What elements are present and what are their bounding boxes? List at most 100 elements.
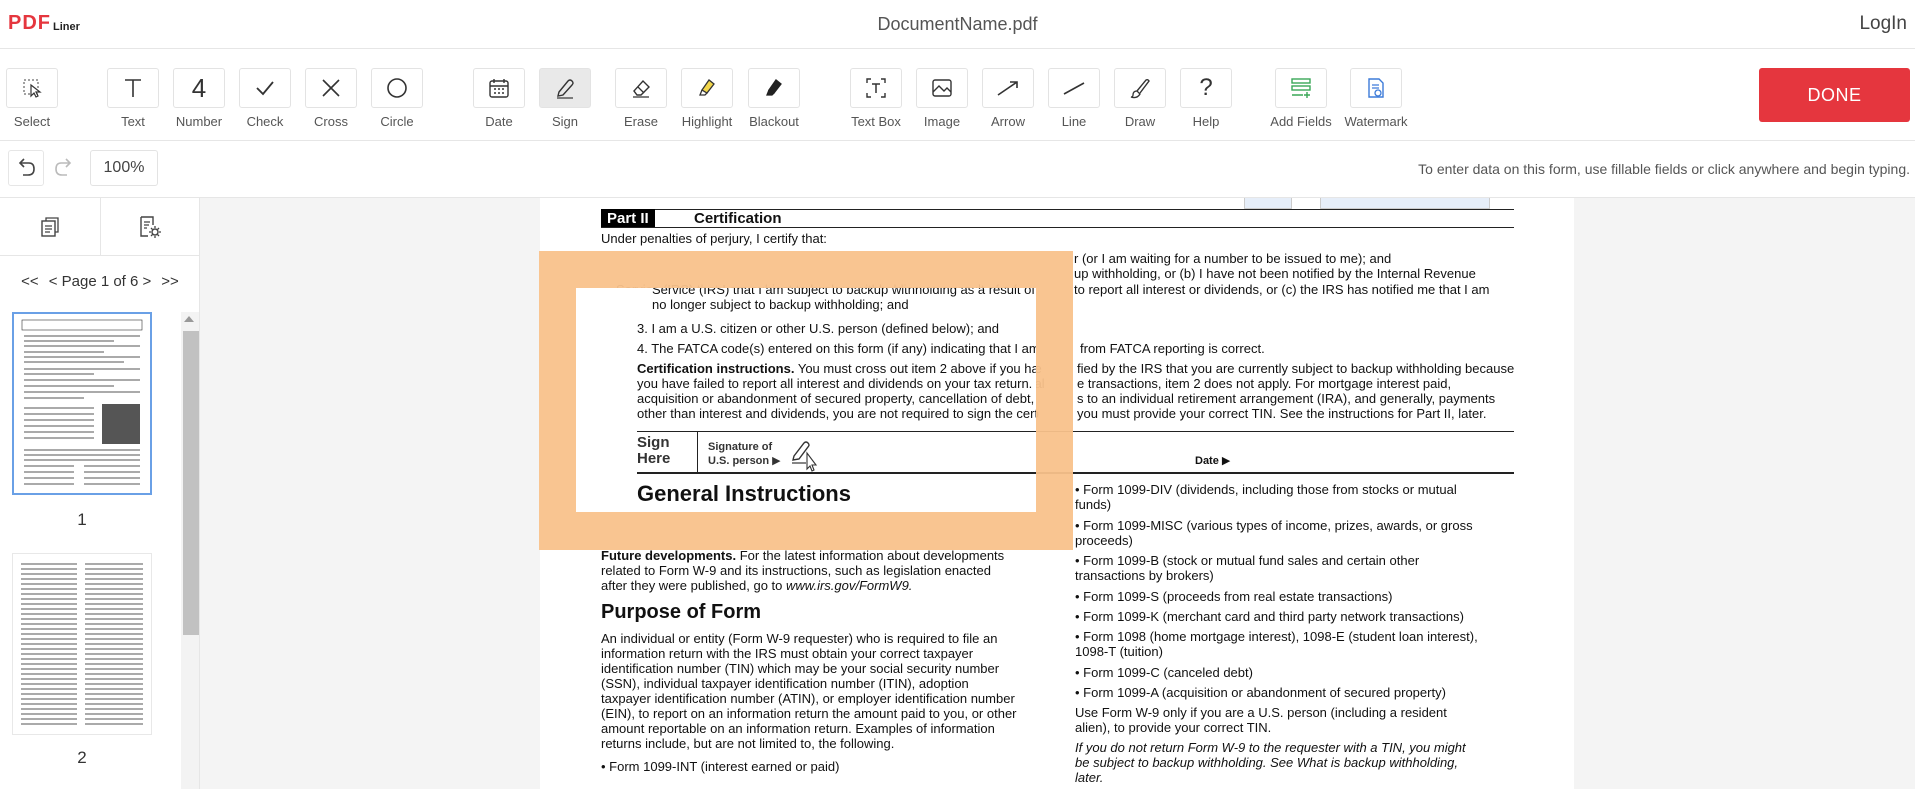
doc-text-line: e transactions, item 2 does not apply. F… (1077, 376, 1452, 391)
sidebar-tabs (0, 198, 200, 256)
form-field[interactable] (1244, 198, 1292, 209)
right-col-line: • Form 1099-MISC (various types of incom… (1075, 518, 1473, 533)
part-label: Part II (601, 209, 655, 228)
tool-label: Check (246, 114, 284, 129)
arrow-icon (982, 68, 1034, 108)
sign-here-line2: Here (637, 450, 671, 467)
doc-text-line: r (or I am waiting for a number to be is… (1074, 251, 1392, 266)
doc-text-line: you have failed to report all interest a… (637, 376, 1036, 391)
part-title: Certification (694, 210, 782, 227)
tool-select[interactable]: Select (0, 68, 72, 129)
sign-area-content[interactable]: Service (IRS) that I am subject to backu… (576, 288, 1036, 512)
right-col-line: • Form 1099-C (canceled debt) (1075, 665, 1253, 680)
right-col-line: transactions by brokers) (1075, 568, 1214, 583)
number-icon: 4 (173, 68, 225, 108)
tool-label: Erase (624, 114, 658, 129)
doc-text-line: related to Form W-9 and its instructions… (601, 563, 991, 578)
redo-icon (55, 158, 72, 176)
tool-label: Select (13, 114, 51, 129)
doc-text-line: other than interest and dividends, you a… (637, 406, 1036, 421)
tool-label: Text (121, 114, 145, 129)
doc-text-line: s to an individual retirement arrangemen… (1077, 391, 1496, 406)
line-icon (1048, 68, 1100, 108)
tool-label: Watermark (1344, 114, 1408, 129)
doc-text-line: 4. The FATCA code(s) entered on this for… (637, 341, 1036, 356)
tool-blackout[interactable]: Blackout (734, 68, 814, 129)
prev-page-button[interactable]: < (49, 273, 58, 290)
purpose-line: taxpayer identification number (ATIN), o… (601, 691, 1015, 706)
doc-text-line: to report all interest or dividends, or … (1074, 282, 1490, 297)
redo-button[interactable] (46, 150, 82, 186)
tool-label: Help (1192, 114, 1220, 129)
last-page-button[interactable]: >> (161, 273, 179, 290)
right-col-line: • Form 1099-DIV (dividends, including th… (1075, 482, 1457, 497)
doc-text-line: Under penalties of perjury, I certify th… (601, 231, 827, 246)
eraser-icon (615, 68, 667, 108)
tool-help[interactable]: ? Help (1166, 68, 1246, 129)
thumbnail-preview (21, 319, 143, 485)
done-button[interactable]: DONE (1759, 68, 1910, 122)
page-thumbnail-2[interactable] (12, 553, 152, 735)
tool-label: Date (485, 114, 513, 129)
thumbnail-number: 2 (77, 748, 87, 767)
right-col-line: • Form 1099-B (stock or mutual fund sale… (1075, 553, 1420, 568)
pages-icon (40, 217, 59, 237)
doc-text-line: you must provide your correct TIN. See t… (1077, 406, 1487, 421)
future-dev-heading: Future developments. (601, 548, 737, 563)
page-indicator: Page 1 of 6 (61, 273, 139, 290)
watermark-icon (1350, 68, 1402, 108)
help-glyph: ? (1199, 74, 1213, 101)
thumbnail-number: 1 (77, 510, 87, 529)
tool-label: Number (175, 114, 223, 129)
form-field[interactable] (1320, 198, 1490, 209)
general-instructions-heading: General Instructions (637, 481, 851, 506)
scroll-up-icon[interactable] (184, 316, 194, 322)
tool-label: Cross (314, 114, 348, 129)
zoom-level[interactable]: 100% (90, 150, 158, 186)
irs-link[interactable]: www.irs.gov/FormW9. (786, 578, 912, 593)
right-col-line: • Form 1099-A (acquisition or abandonmen… (1075, 685, 1446, 700)
sign-here-line1: Sign (637, 434, 670, 451)
editing-hint: To enter data on this form, use fillable… (1418, 161, 1910, 177)
signature-label: U.S. person ▶ (708, 455, 781, 467)
date-label: Date ▶ (1195, 455, 1231, 467)
right-col-line: funds) (1075, 497, 1112, 512)
purpose-line: returns include, but are not limited to,… (601, 736, 895, 751)
cert-instructions-heading: Certification instructions. (637, 361, 795, 376)
right-col-line: • Form 1099-S (proceeds from real estate… (1075, 589, 1393, 604)
tool-sign[interactable]: Sign (525, 68, 605, 129)
tool-label: Line (1061, 114, 1087, 129)
thumbnail-preview (21, 563, 143, 725)
purpose-line: • Form 1099-INT (interest earned or paid… (601, 759, 840, 774)
tool-label: Add Fields (1270, 114, 1332, 129)
right-col-line: 1098-T (tuition) (1075, 644, 1163, 659)
doc-text-line: no longer subject to backup withholding;… (652, 297, 909, 312)
first-page-button[interactable]: << (21, 273, 39, 290)
sign-cursor-icon (792, 441, 818, 472)
question-icon: ? (1180, 68, 1232, 108)
tool-label: Blackout (749, 114, 799, 129)
purpose-heading: Purpose of Form (601, 601, 762, 623)
tab-page-settings[interactable] (100, 198, 199, 256)
image-icon (916, 68, 968, 108)
tool-label: Text Box (851, 114, 901, 129)
undo-button[interactable] (8, 150, 44, 186)
check-icon (239, 68, 291, 108)
login-link[interactable]: LogIn (1859, 13, 1907, 35)
tool-add-fields[interactable]: Add Fields (1261, 68, 1341, 129)
purpose-line: amount reportable on an information retu… (601, 721, 995, 736)
right-col-line: proceeds) (1075, 533, 1133, 548)
doc-text-line: 3. I am a U.S. citizen or other U.S. per… (637, 321, 1000, 336)
right-col-line: later. (1075, 770, 1104, 785)
sidebar-scroll-thumb[interactable] (183, 331, 199, 635)
document-title: DocumentName.pdf (877, 14, 1038, 34)
tool-label: Image (923, 114, 961, 129)
page-thumbnail-1[interactable] (12, 312, 152, 495)
select-cursor-icon (6, 68, 58, 108)
right-col-line: If you do not return Form W-9 to the req… (1075, 740, 1466, 755)
next-page-button[interactable]: > (143, 273, 152, 290)
tool-watermark[interactable]: Watermark (1336, 68, 1416, 129)
tab-pages[interactable] (0, 198, 99, 256)
signature-label: Signature of (708, 441, 773, 453)
tool-circle[interactable]: Circle (357, 68, 437, 129)
